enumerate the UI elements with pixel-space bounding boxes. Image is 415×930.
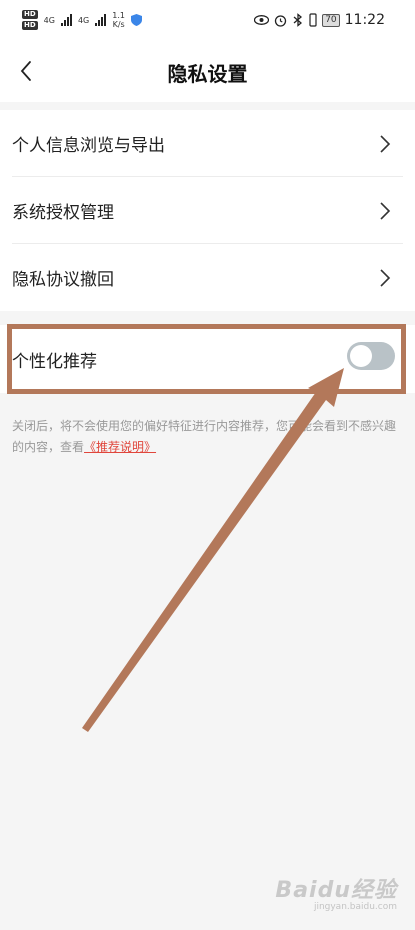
- description-text: 关闭后，将不会使用您的偏好特征进行内容推荐，您可能会看到不感兴趣的内容，查看: [12, 419, 397, 454]
- status-bar: HD HD 4G 4G 1.1 K/s 70 11:22: [0, 0, 415, 40]
- network-speed-value: 1.1: [112, 11, 125, 20]
- status-right: 70 11:22: [254, 12, 385, 28]
- list-item-label: 隐私协议撤回: [12, 270, 114, 290]
- privacy-settings-screen: HD HD 4G 4G 1.1 K/s 70 11:22 隐私设置 个人信息浏览…: [0, 0, 415, 930]
- list-item-system-permissions[interactable]: 系统授权管理: [0, 177, 415, 244]
- personalized-recommendation-description: 关闭后，将不会使用您的偏好特征进行内容推荐，您可能会看到不感兴趣的内容，查看《推…: [12, 416, 407, 458]
- personalized-recommendation-label: 个性化推荐: [12, 351, 97, 372]
- signal-icon: [95, 14, 107, 26]
- network-speed: 1.1 K/s: [112, 11, 125, 29]
- alarm-icon: [275, 14, 287, 27]
- personalized-recommendation-row: 个性化推荐: [0, 325, 415, 393]
- shield-icon: [131, 14, 142, 26]
- battery-icon: 70: [322, 13, 340, 27]
- chevron-right-icon: [380, 202, 391, 220]
- status-left: HD HD 4G 4G 1.1 K/s: [22, 10, 142, 30]
- eye-icon: [254, 15, 270, 25]
- chevron-right-icon: [380, 269, 391, 287]
- list-item-label: 个人信息浏览与导出: [12, 136, 165, 156]
- settings-list: 个人信息浏览与导出 系统授权管理 隐私协议撤回: [0, 110, 415, 311]
- list-item-personal-info-export[interactable]: 个人信息浏览与导出: [0, 110, 415, 177]
- bluetooth-icon: [293, 13, 303, 27]
- personalized-recommendation-toggle[interactable]: [347, 342, 395, 370]
- hd-indicators: HD HD: [22, 10, 38, 30]
- toggle-knob: [350, 345, 372, 367]
- network-type-label: 4G: [43, 15, 55, 25]
- watermark-logo-text: Baidu经验: [275, 878, 397, 903]
- clock: 11:22: [344, 12, 385, 28]
- recommendation-explanation-link[interactable]: 《推荐说明》: [84, 440, 156, 454]
- chevron-right-icon: [380, 135, 391, 153]
- hd-badge: HD: [22, 21, 38, 30]
- watermark-logo: Baidu经验 jingyan.baidu.com: [275, 872, 397, 912]
- vibrate-icon: [309, 13, 317, 27]
- signal-icon: [60, 14, 72, 26]
- top-bar: 隐私设置: [0, 40, 415, 102]
- network-speed-unit: K/s: [112, 20, 125, 29]
- list-item-privacy-agreement-revoke[interactable]: 隐私协议撤回: [0, 244, 415, 311]
- hd-badge: HD: [22, 10, 38, 19]
- list-item-label: 系统授权管理: [12, 203, 114, 223]
- page-title: 隐私设置: [167, 62, 248, 86]
- network-type-label: 4G: [77, 15, 90, 25]
